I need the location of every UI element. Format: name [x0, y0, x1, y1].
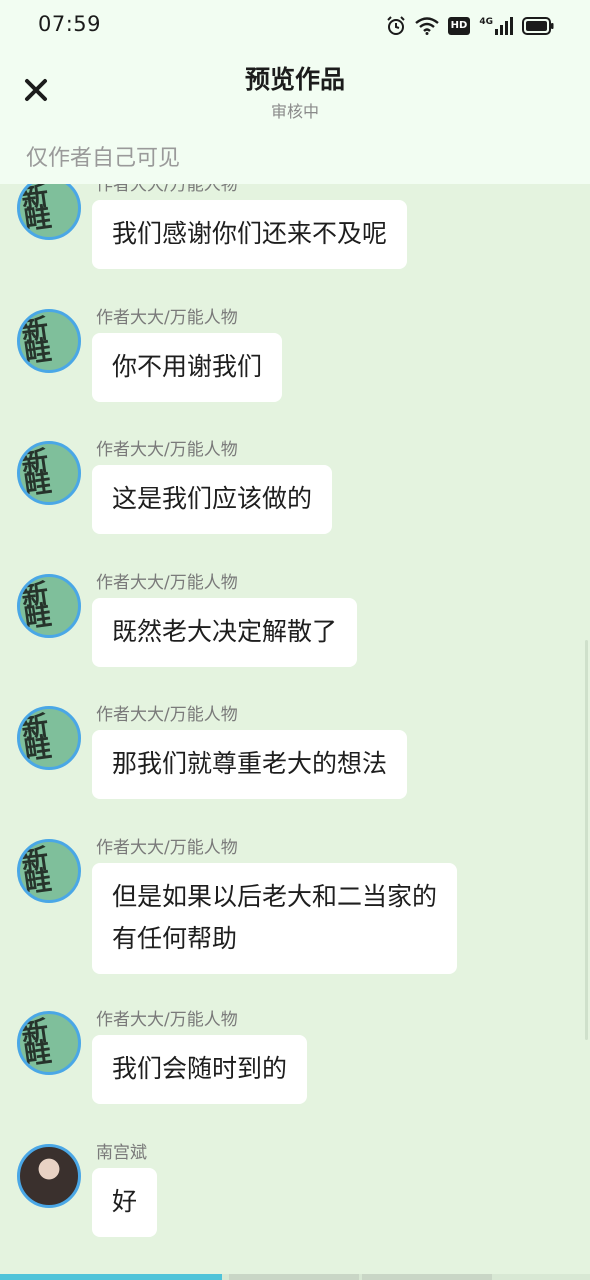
avatar-glyph: 新 畦 [19, 313, 52, 369]
avatar-glyph: 新 畦 [19, 1015, 52, 1072]
avatar-glyph: 新 畦 [19, 843, 52, 899]
message-bubble[interactable]: 我们感谢你们还来不及呢 [92, 200, 408, 269]
sender-name: 作者大大/万能人物 [96, 307, 238, 328]
chat-list: 新 畦作者大大/万能人物 我们感谢你们还来不及呢新 畦作者大大/万能人物 你不用谢我… [0, 184, 590, 1270]
scrollbar[interactable] [585, 640, 588, 1040]
chat-message: 新 畦 作者大大/万能人物那我们就尊重老大的想法 [0, 700, 590, 833]
status-time: 07:59 [38, 12, 102, 36]
message-bubble[interactable]: 那我们就尊重老大的想法 [92, 730, 408, 799]
sender-name: 作者大大/万能人物 [96, 440, 238, 460]
avatar[interactable]: 新 畦 [17, 573, 81, 638]
message-bubble[interactable]: 这是我们应该做的 [92, 465, 333, 534]
message-bubble[interactable]: 我们会随时到的 [92, 1035, 308, 1104]
status-bar: 07:59 HD 4G [0, 0, 590, 52]
message-bubble[interactable]: 但是如果以后老大和二当家的 有任何帮助 [92, 862, 458, 974]
bottom-progress-bar [0, 1274, 590, 1280]
visibility-note: 仅作者自己可见 [26, 146, 181, 171]
sender-name: 作者大大/万能人物 [96, 1010, 238, 1030]
chat-message: 新 畦 作者大大/万能人物你不用谢我们 [0, 303, 590, 436]
progress-segment [362, 1274, 492, 1280]
review-status: 审核中 [270, 102, 319, 121]
chat-area[interactable]: 新 畦作者大大/万能人物 我们感谢你们还来不及呢新 畦作者大大/万能人物 你不用谢我… [0, 184, 590, 1280]
chat-message: 新 畦 作者大大/万能人物既然老大决定解散了 [0, 568, 590, 701]
avatar[interactable]: 新 畦 [17, 1011, 81, 1075]
avatar[interactable]: 新 畦 [17, 184, 81, 240]
avatar-glyph: 新 畦 [19, 445, 52, 502]
sender-name: 作者大大/万能人物 [96, 572, 238, 593]
avatar[interactable]: 新 畦 [17, 706, 81, 770]
sender-name: 作者大大/万能人物 [96, 184, 238, 195]
chat-message: 新 畦 作者大大/万能人物我们会随时到的 [0, 1005, 590, 1138]
hd-icon: HD [447, 17, 471, 35]
avatar-glyph: 新 畦 [19, 184, 52, 237]
avatar-glyph: 新 畦 [19, 710, 52, 767]
chat-message: 新 畦 作者大大/万能人物我们感谢你们还来不及呢 [0, 184, 590, 303]
status-icons: HD 4G [386, 14, 554, 38]
alarm-icon [386, 16, 405, 35]
sender-name: 南宫斌 [96, 1142, 147, 1163]
sender-name: 作者大大/万能人物 [96, 837, 238, 858]
message-bubble[interactable]: 好 [92, 1167, 158, 1237]
message-bubble[interactable]: 既然老大决定解散了 [92, 597, 358, 667]
avatar-glyph: 新 畦 [19, 578, 52, 634]
sender-name: 作者大大/万能人物 [96, 705, 238, 725]
message-bubble[interactable]: 你不用谢我们 [92, 332, 283, 402]
chat-message: 新 畦 作者大大/万能人物这是我们应该做的 [0, 435, 590, 568]
avatar[interactable]: 新 畦 [17, 308, 81, 373]
page-title: 预览作品 [244, 65, 345, 94]
progress-segment-active [0, 1274, 222, 1280]
avatar[interactable] [17, 1143, 81, 1208]
avatar[interactable]: 新 畦 [17, 441, 81, 505]
progress-segment [229, 1274, 359, 1280]
battery-icon [522, 17, 554, 35]
chat-message: 新 畦 作者大大/万能人物但是如果以后老大和二当家的 有任何帮助 [0, 833, 590, 1006]
header: 预览作品 审核中 仅作者自己可见 [0, 52, 590, 184]
avatar[interactable]: 新 畦 [17, 838, 81, 903]
network-type-label: 4G [479, 17, 493, 27]
signal-4g-icon: 4G [479, 17, 513, 35]
wifi-icon [414, 17, 439, 35]
chat-message: 南宫斌好 [0, 1138, 590, 1271]
